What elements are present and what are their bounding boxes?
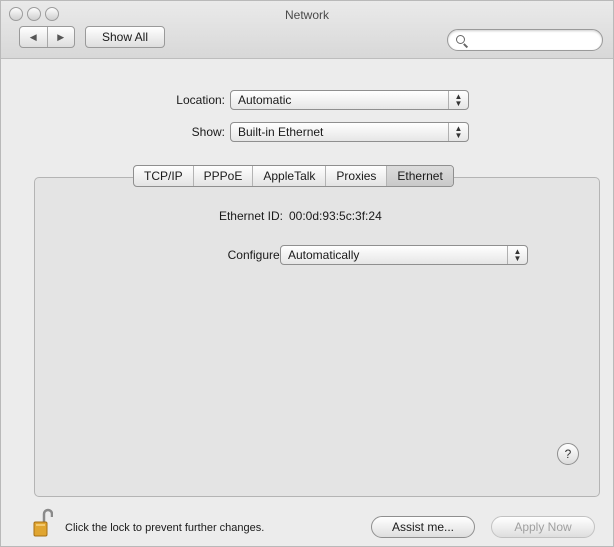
location-popup[interactable]: Automatic ▲ ▼ (230, 90, 469, 110)
title-bar: Network ◀ ▶ Show All (1, 1, 613, 59)
tab-pppoe[interactable]: PPPoE (192, 166, 253, 186)
back-arrow-icon[interactable]: ◀ (20, 27, 47, 47)
apply-now-button[interactable]: Apply Now (491, 516, 595, 538)
configure-popup-value: Automatically (288, 248, 360, 262)
tab-bar: TCP/IP PPPoE AppleTalk Proxies Ethernet (133, 165, 454, 187)
lock-icon[interactable] (33, 508, 53, 538)
network-preferences-window: Network ◀ ▶ Show All Location: Automatic… (0, 0, 614, 547)
popup-arrows-icon: ▲ ▼ (448, 91, 468, 109)
popup-arrows-icon: ▲ ▼ (448, 123, 468, 141)
tab-appletalk[interactable]: AppleTalk (252, 166, 325, 186)
show-all-button[interactable]: Show All (85, 26, 165, 48)
show-popup-value: Built-in Ethernet (238, 125, 324, 139)
configure-label: Configure: (227, 248, 283, 262)
show-label: Show: (191, 125, 225, 139)
tab-panel: Ethernet ID: 00:0d:93:5c:3f:24 Configure… (34, 177, 600, 497)
popup-arrows-icon: ▲ ▼ (507, 246, 527, 264)
back-forward-control: ◀ ▶ (19, 26, 75, 48)
location-label: Location: (176, 93, 225, 107)
location-popup-value: Automatic (238, 93, 292, 107)
tab-ethernet[interactable]: Ethernet (386, 166, 453, 186)
configure-popup[interactable]: Automatically ▲ ▼ (280, 245, 528, 265)
ethernet-id-value: 00:0d:93:5c:3f:24 (289, 209, 382, 223)
lock-message: Click the lock to prevent further change… (65, 522, 265, 534)
window-title: Network (284, 8, 329, 22)
tab-proxies[interactable]: Proxies (325, 166, 386, 186)
ethernet-id-label: Ethernet ID: (218, 209, 283, 223)
assist-me-button[interactable]: Assist me... (371, 516, 475, 538)
help-button[interactable]: ? (557, 443, 579, 465)
search-field[interactable] (447, 29, 603, 51)
search-icon (456, 35, 465, 44)
tab-tcpip[interactable]: TCP/IP (134, 166, 193, 186)
search-input[interactable] (470, 32, 595, 48)
forward-arrow-icon[interactable]: ▶ (46, 27, 75, 47)
show-popup[interactable]: Built-in Ethernet ▲ ▼ (230, 122, 469, 142)
